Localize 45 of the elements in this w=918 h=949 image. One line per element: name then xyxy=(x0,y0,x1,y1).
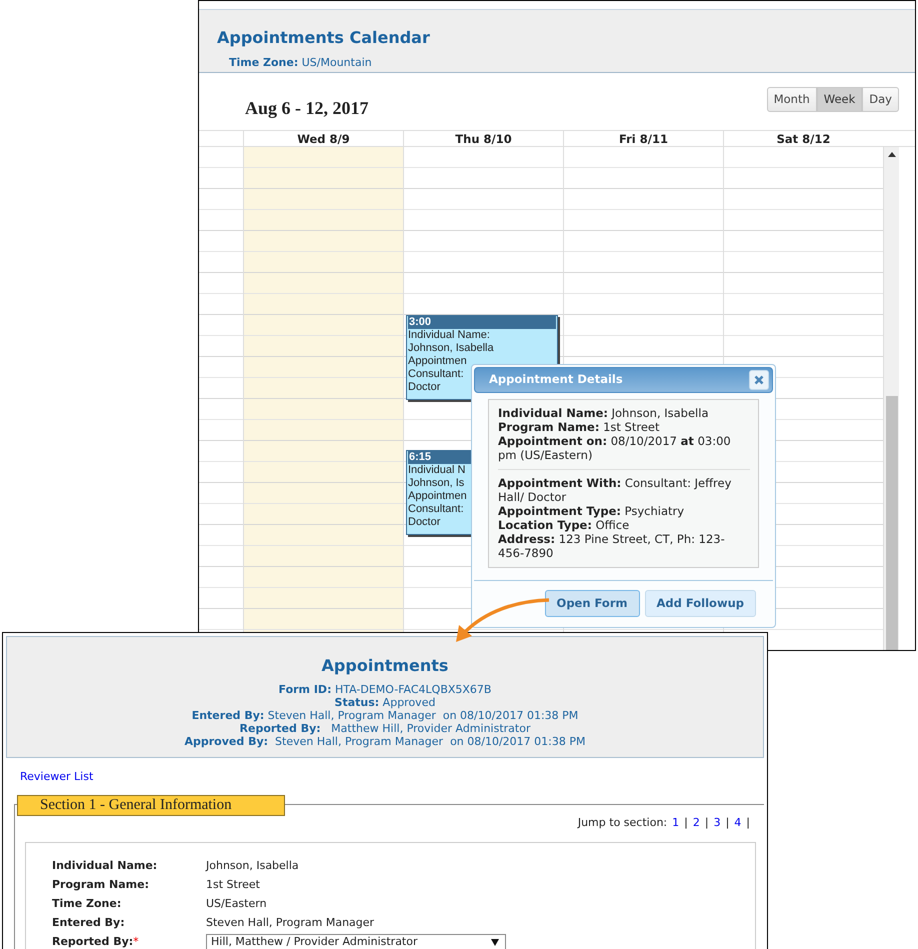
event-text: Doctor xyxy=(408,516,440,528)
detail-text: Location Type: Office xyxy=(498,518,630,532)
detail-text: Appointment Type: Psychiatry xyxy=(498,504,686,518)
event-text: Johnson, Isabella xyxy=(408,342,494,354)
column-header: Sat 8/12 xyxy=(723,131,883,146)
separator-text: | xyxy=(746,814,750,831)
event-text: Consultant: xyxy=(408,368,464,380)
column-header: Wed 8/9 xyxy=(243,131,403,146)
event-time: 3:00 xyxy=(408,316,556,329)
event-text: Doctor xyxy=(408,381,440,393)
field-label: Individual Name: xyxy=(52,858,158,874)
form-meta-text: Form ID: HTA-DEMO-FAC4LQBX5X67B xyxy=(278,683,492,696)
form-title: Appointments xyxy=(320,657,450,675)
detail-text: Individual Name: Johnson, Isabella xyxy=(498,406,710,420)
separator-text: | xyxy=(684,814,688,831)
separator-text: | xyxy=(726,814,730,831)
column-header: Thu 8/10 xyxy=(403,131,563,146)
event-text: Consultant: xyxy=(408,503,464,515)
field-label: Program Name: xyxy=(52,877,150,894)
form-meta-text: Approved By: Steven Hall, Program Manager on 08/10/2017 01:38 PM xyxy=(184,735,586,748)
field-value: Steven Hall, Program Manager xyxy=(206,915,374,932)
event-text: Individual N xyxy=(408,464,466,476)
form-meta-text: Reported By: Matthew Hill, Provider Administrator xyxy=(238,722,532,735)
detail-text: Program Name: 1st Street xyxy=(498,420,660,434)
time-zone-text: Time Zone: US/Mountain xyxy=(229,55,373,71)
field-value: US/Eastern xyxy=(206,896,267,912)
field-label: Time Zone: xyxy=(52,896,122,912)
event-text: Individual Name: xyxy=(408,329,490,341)
form-meta-text: Entered By: Steven Hall, Program Manager on 08/10/2017 01:38 PM xyxy=(190,709,580,722)
detail-text: Appointment With: Consultant: Jeffrey Hall/ Doctor xyxy=(498,476,732,504)
event-text: Appointmen xyxy=(408,490,467,502)
separator-text: | xyxy=(704,814,709,831)
jump-label: Jump to section: xyxy=(578,814,668,830)
field-value: 1st Street xyxy=(206,877,260,894)
section-heading: Section 1 - General Information xyxy=(17,794,285,816)
detail-text: Address: 123 Pine Street, CT, Ph: 123-456-7890 xyxy=(498,532,726,560)
field-label: Reported By:* xyxy=(52,934,140,949)
date-range: Aug 6 - 12, 2017 xyxy=(245,97,369,120)
event-text: Appointmen xyxy=(408,355,467,367)
column-header: Fri 8/11 xyxy=(563,131,723,146)
event-text: Johnson, Is xyxy=(408,477,464,489)
form-meta-text: Status: Approved xyxy=(334,696,436,709)
field-value: Johnson, Isabella xyxy=(206,858,299,874)
field-label: Entered By: xyxy=(52,915,126,932)
page-title: Appointments Calendar xyxy=(217,28,431,48)
